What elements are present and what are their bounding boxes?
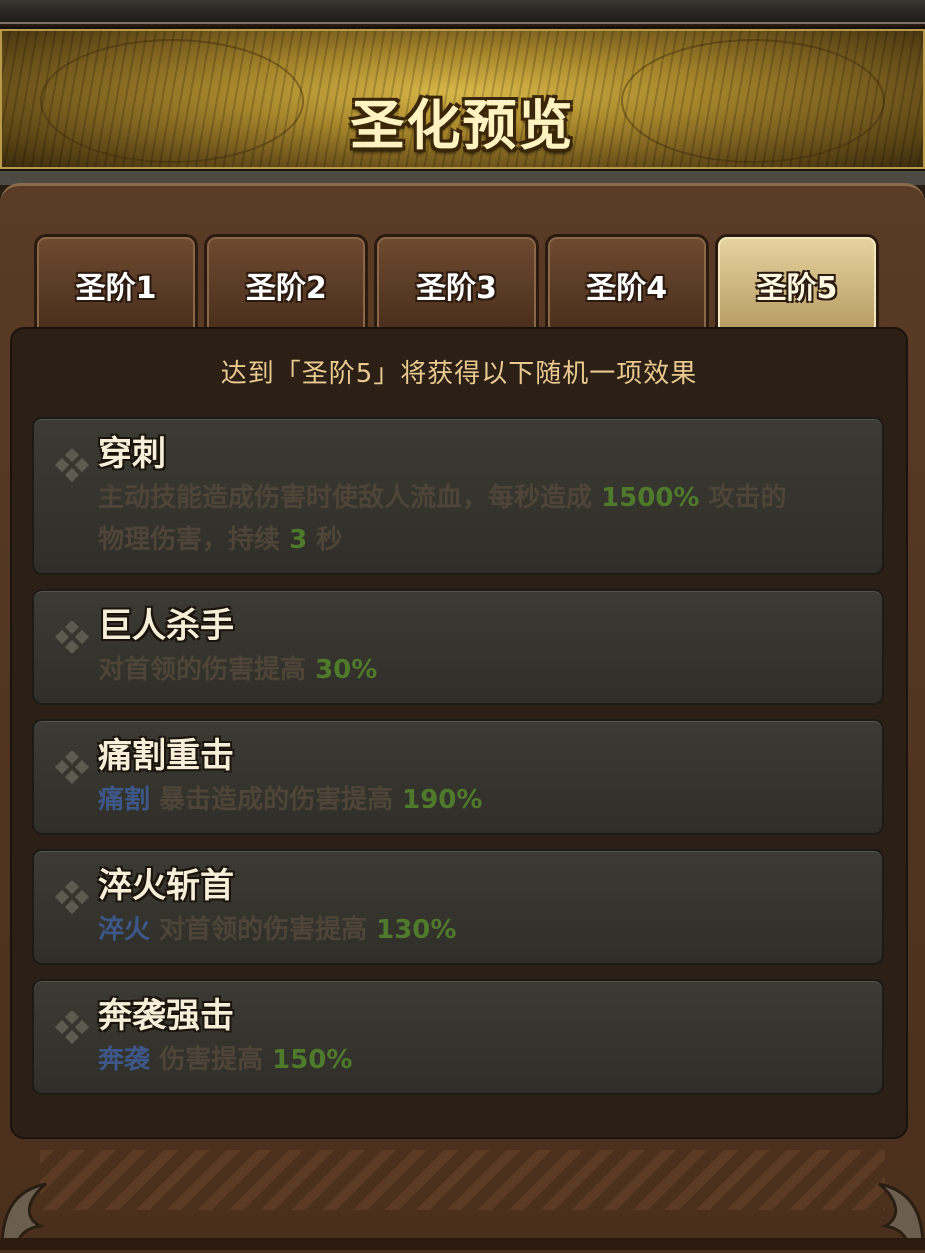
keyword-tag[interactable]: 奔袭 xyxy=(98,1045,150,1075)
tab-tier-3[interactable]: 圣阶3 xyxy=(374,234,539,329)
value-highlight: 3 xyxy=(289,525,308,555)
effect-name: 巨人杀手 xyxy=(98,606,234,646)
effect-card: 穿刺 主动技能造成伤害时使敌人流血，每秒造成 1500% 攻击的 物理伤害，持续… xyxy=(32,417,884,575)
effects-panel[interactable]: 达到「圣阶5」将获得以下随机一项效果 穿刺 主动技能造成伤害时使敌人流血，每秒造… xyxy=(10,327,908,1139)
tab-tier-5[interactable]: 圣阶5 xyxy=(714,234,880,329)
effect-name: 痛割重击 xyxy=(98,736,234,776)
desc-text: 主动技能造成伤害时使敌人流血，每秒造成 xyxy=(98,483,602,513)
tab-bar: 圣阶1 圣阶2 圣阶3 圣阶4 圣阶5 xyxy=(34,234,880,330)
diamond-icon xyxy=(54,621,90,655)
top-strip xyxy=(0,0,925,24)
diamond-icon xyxy=(54,1011,90,1045)
tab-tier-4[interactable]: 圣阶4 xyxy=(544,234,709,329)
desc-text: 暴击造成的伤害提高 xyxy=(150,785,403,815)
desc-text: 对首领的伤害提高 xyxy=(98,655,316,685)
effect-name: 淬火斩首 xyxy=(98,866,234,906)
tab-label: 圣阶3 xyxy=(416,271,497,306)
effect-name: 奔袭强击 xyxy=(98,996,234,1036)
tab-tier-2[interactable]: 圣阶2 xyxy=(204,234,369,329)
effect-description: 对首领的伤害提高 30% xyxy=(98,649,862,691)
page-title: 圣化预览 xyxy=(350,94,575,157)
value-highlight: 150% xyxy=(272,1045,353,1075)
value-highlight: 130% xyxy=(376,915,457,945)
effect-name: 穿刺 xyxy=(98,434,166,474)
effect-description: 痛割 暴击造成的伤害提高 190% xyxy=(98,779,862,821)
tab-tier-1[interactable]: 圣阶1 xyxy=(34,234,199,329)
tab-label: 圣阶1 xyxy=(75,271,157,306)
diamond-icon xyxy=(54,751,90,785)
tab-label: 圣阶2 xyxy=(245,271,327,306)
desc-text: 攻击的 xyxy=(699,483,787,513)
desc-text: 对首领的伤害提高 xyxy=(150,915,377,945)
decorative-band xyxy=(40,1150,885,1210)
keyword-tag[interactable]: 淬火 xyxy=(98,915,150,945)
value-highlight: 1500% xyxy=(601,483,700,513)
effects-subtitle: 达到「圣阶5」将获得以下随机一项效果 xyxy=(220,359,698,389)
desc-text: 物理伤害，持续 xyxy=(98,525,290,555)
effect-card: 巨人杀手 对首领的伤害提高 30% xyxy=(32,589,884,705)
tab-label: 圣阶5 xyxy=(756,271,838,306)
effect-card: 奔袭强击 奔袭 伤害提高 150% xyxy=(32,979,884,1095)
effect-card: 痛割重击 痛割 暴击造成的伤害提高 190% xyxy=(32,719,884,835)
title-banner: 圣化预览 xyxy=(0,26,925,174)
desc-text: 伤害提高 xyxy=(150,1045,273,1075)
keyword-tag[interactable]: 痛割 xyxy=(98,785,150,815)
value-highlight: 30% xyxy=(315,655,378,685)
effect-description: 主动技能造成伤害时使敌人流血，每秒造成 1500% 攻击的 物理伤害，持续 3 … xyxy=(98,477,862,561)
effect-description: 淬火 对首领的伤害提高 130% xyxy=(98,909,862,951)
effect-card: 淬火斩首 淬火 对首领的伤害提高 130% xyxy=(32,849,884,965)
diamond-icon xyxy=(54,881,90,915)
value-highlight: 190% xyxy=(402,785,483,815)
bottom-edge xyxy=(0,1238,925,1250)
tab-label: 圣阶4 xyxy=(586,271,668,306)
desc-text: 秒 xyxy=(307,525,343,555)
effect-description: 奔袭 伤害提高 150% xyxy=(98,1039,862,1081)
diamond-icon xyxy=(54,449,90,483)
effects-list: 穿刺 主动技能造成伤害时使敌人流血，每秒造成 1500% 攻击的 物理伤害，持续… xyxy=(32,417,884,1109)
